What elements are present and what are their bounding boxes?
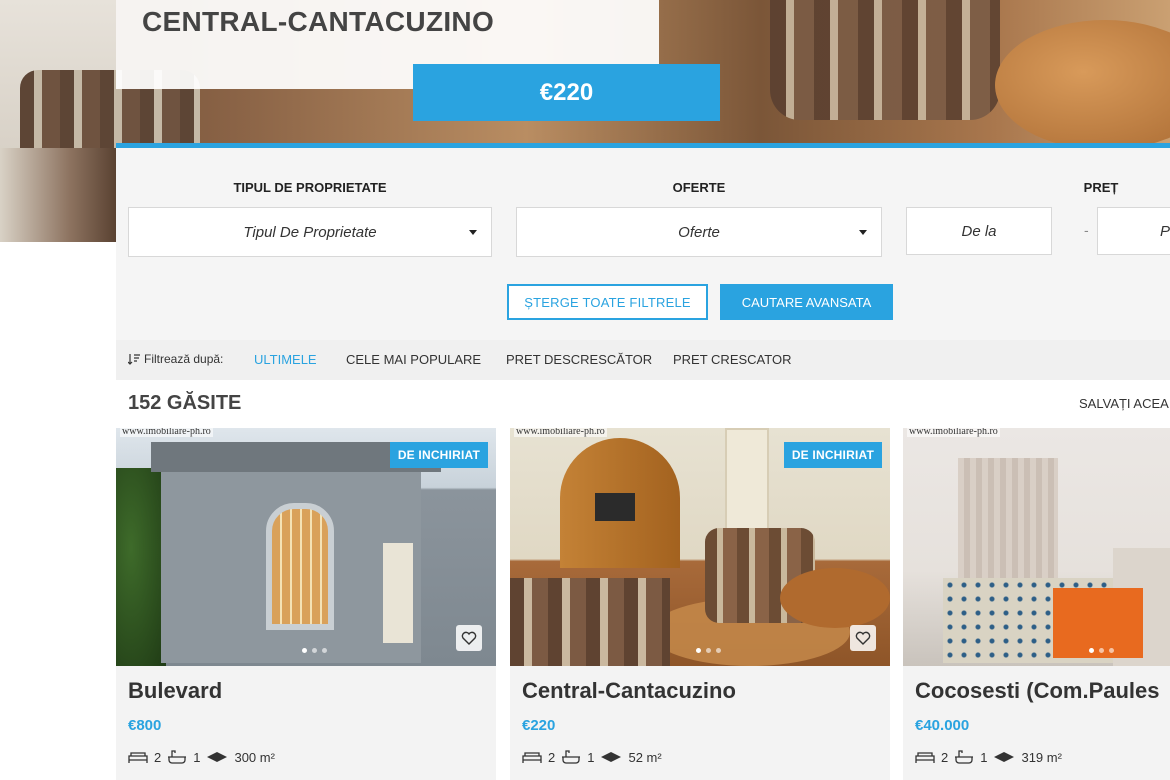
property-name[interactable]: Bulevard (128, 678, 222, 704)
watermark: www.imobiliare-ph.ro (120, 428, 213, 437)
baths-count: 1 (587, 749, 595, 765)
sort-label-text: Filtrează după: (144, 352, 224, 366)
status-badge: DE INCHIRIAT (783, 442, 882, 468)
favorite-button[interactable] (456, 625, 482, 651)
offers-select[interactable]: Oferte (516, 207, 882, 257)
sofa (510, 578, 670, 666)
price-label: PREȚ (1083, 180, 1119, 195)
status-badge: DE INCHIRIAT (389, 442, 488, 468)
table (780, 568, 890, 628)
offers-value: Oferte (678, 223, 720, 241)
sort-option-popular[interactable]: CELE MAI POPULARE (346, 352, 481, 367)
caret-down-icon (859, 230, 867, 235)
property-card[interactable]: www.imobiliare-ph.ro DE INCHIRIAT Centra… (510, 428, 890, 780)
price-separator: - (1084, 222, 1089, 238)
watermark: www.imobiliare-ph.ro (514, 428, 607, 437)
property-price: €40.000 (915, 717, 970, 734)
property-price: €800 (128, 717, 162, 734)
property-type-select[interactable]: Tipul De Proprietate (128, 207, 492, 257)
filter-panel: TIPUL DE PROPRIETATE OFERTE PREȚ Tipul D… (116, 143, 1170, 340)
listing-price: €220 (413, 64, 720, 121)
beds-count: 2 (548, 749, 556, 765)
area-icon (207, 752, 228, 762)
sort-icon (128, 354, 140, 365)
heart-icon (461, 631, 477, 645)
property-price: €220 (522, 717, 556, 734)
hero-left-strip (0, 148, 116, 242)
heart-icon (855, 631, 871, 645)
house (151, 442, 441, 663)
property-type-label: TIPUL DE PROPRIETATE (233, 180, 387, 195)
baths-count: 1 (193, 749, 201, 765)
property-card[interactable]: www.imobiliare-ph.ro Cocosesti (Com.Pаul… (903, 428, 1170, 780)
bath-icon (955, 750, 974, 764)
property-image[interactable]: www.imobiliare-ph.ro DE INCHIRIAT (116, 428, 496, 666)
property-type-value: Tipul De Proprietate (243, 223, 377, 241)
sort-option-price-desc[interactable]: PRET DESCRESCĂTOR (506, 352, 652, 367)
sort-label: Filtrează după: (128, 352, 223, 366)
property-features: 2 1 319 m² (915, 749, 1062, 765)
area-icon (994, 752, 1015, 762)
carousel-dots[interactable] (302, 648, 327, 653)
price-to-placeholder: P (1160, 222, 1170, 240)
price-from-placeholder: De la (961, 222, 997, 240)
carousel-dots[interactable] (696, 648, 721, 653)
area-icon (601, 752, 622, 762)
bed-icon (522, 752, 542, 763)
area-value: 300 m² (234, 749, 275, 765)
carousel-dots[interactable] (1089, 648, 1114, 653)
bath-icon (168, 750, 187, 764)
property-image[interactable]: www.imobiliare-ph.ro DE INCHIRIAT (510, 428, 890, 666)
property-name[interactable]: Cocosesti (Com.Pаules (915, 678, 1160, 704)
price-from-input[interactable]: De la (906, 207, 1052, 255)
property-features: 2 1 52 m² (522, 749, 662, 765)
beds-count: 2 (941, 749, 949, 765)
property-image[interactable]: www.imobiliare-ph.ro (903, 428, 1170, 666)
results-count: 152 GĂSITE (128, 392, 242, 414)
bath-icon (562, 750, 581, 764)
curtain (958, 458, 1058, 598)
hero-table (995, 20, 1170, 148)
bed-icon (915, 752, 935, 763)
hero-armchair (770, 0, 1000, 120)
baths-count: 1 (980, 749, 988, 765)
property-features: 2 1 300 m² (128, 749, 275, 765)
property-name[interactable]: Central-Cantacuzino (522, 678, 736, 704)
property-card[interactable]: www.imobiliare-ph.ro DE INCHIRIAT Buleva… (116, 428, 496, 780)
caret-down-icon (469, 230, 477, 235)
sort-option-price-asc[interactable]: PRET CRESCATOR (673, 352, 791, 367)
advanced-search-button[interactable]: CAUTARE AVANSATA (720, 284, 893, 320)
area-value: 319 m² (1021, 749, 1062, 765)
price-to-input[interactable]: P (1097, 207, 1170, 255)
bed-icon (128, 752, 148, 763)
door (383, 543, 413, 643)
area-value: 52 m² (628, 749, 662, 765)
favorite-button[interactable] (850, 625, 876, 651)
watermark: www.imobiliare-ph.ro (907, 428, 1000, 437)
offers-label: OFERTE (672, 180, 726, 195)
sort-option-latest[interactable]: ULTIMELE (254, 352, 317, 367)
tv (595, 493, 635, 521)
tree (116, 468, 166, 666)
listing-title: CENTRAL-CANTACUZINO (142, 6, 495, 37)
save-search-link[interactable]: SALVAȚI ACEA (1079, 396, 1169, 411)
arched-window (266, 503, 334, 630)
sort-bar: Filtrează după: ULTIMELE CELE MAI POPULA… (116, 340, 1170, 380)
beds-count: 2 (154, 749, 162, 765)
clear-filters-button[interactable]: ȘTERGE TOATE FILTRELE (507, 284, 708, 320)
